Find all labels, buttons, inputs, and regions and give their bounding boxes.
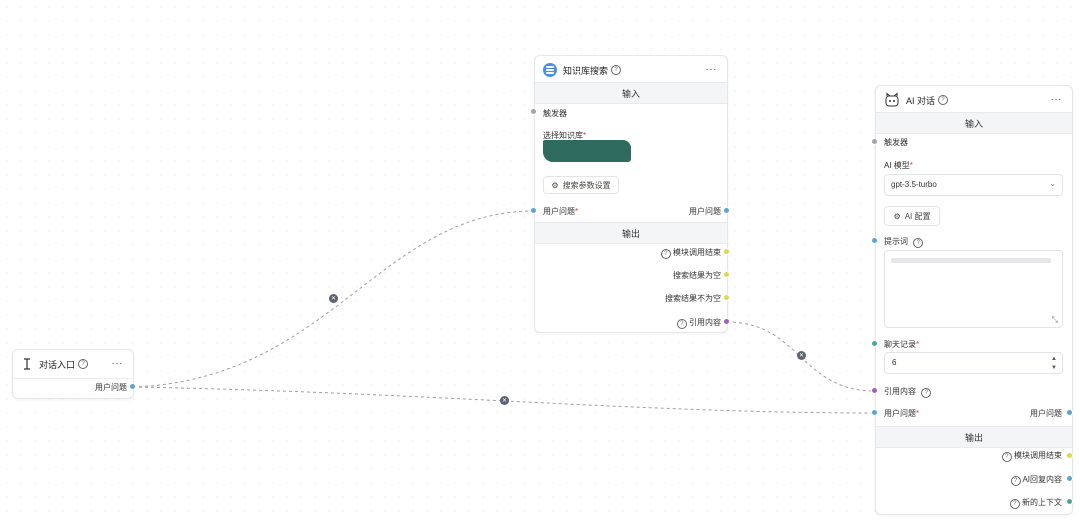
decrement-icon[interactable]: ▼ [1051,363,1057,373]
ai-history-stepper[interactable]: 6 ▲ ▼ [884,352,1063,374]
help-circle-icon[interactable]: ? [938,95,949,105]
help-circle-icon[interactable]: ? [921,388,932,398]
ai-node[interactable]: AI 对话 ? ··· 输入 触发器 AI 模型* gpt-3.5-turbo … [875,85,1073,515]
kb-output-quote-content: ? 引用内容 [674,318,721,329]
help-circle-icon[interactable]: ? [78,359,89,369]
search-params-button[interactable]: ⚙ 搜索参数设置 [543,176,619,194]
ai-node-title: AI 对话 [906,95,936,106]
kb-output-result-empty-handle[interactable] [723,271,730,278]
kb-input-user-question-label: 用户问题* [543,207,579,216]
help-circle-icon[interactable]: ? [611,65,622,75]
kb-trigger-label: 触发器 [543,109,567,118]
help-circle-icon[interactable]: ? [676,319,687,329]
robot-icon [884,92,900,108]
ai-output-new-context-handle[interactable] [1066,498,1073,505]
kb-node-title: 知识库搜索 [563,65,609,76]
ai-input-user-question-handle[interactable] [871,409,878,416]
entry-output-user-question-handle[interactable] [129,383,136,390]
help-circle-icon[interactable]: ? [1010,476,1021,486]
kb-output-user-question-handle[interactable] [723,207,730,214]
kb-output-result-not-empty-handle[interactable] [723,294,730,301]
delete-edge-entry-kb-icon[interactable]: ✕ [329,294,338,303]
ai-output-user-question-label: 用户问题 [1030,409,1062,418]
entry-output-user-question-label: 用户问题 [95,383,127,392]
ai-model-select[interactable]: gpt-3.5-turbo ⌄ [884,174,1063,196]
ai-output-module-end: ? 模块调用结束 [999,451,1062,462]
delete-edge-kb-ai-icon[interactable]: ✕ [797,351,806,360]
entry-node-header[interactable]: 对话入口 ? ··· [13,350,133,378]
kb-node[interactable]: 知识库搜索 ? ··· 输入 触发器 选择知识库* ⚙ 搜索参数设置 用户问题*… [534,55,728,333]
more-dots-icon[interactable]: ··· [1051,94,1063,105]
ai-prompt-redacted-content [891,258,1051,263]
kb-output-module-end-handle[interactable] [723,248,730,255]
ai-model-label: AI 模型* [884,161,913,170]
ai-input-section: 输入 [876,112,1072,134]
kb-input-user-question-handle[interactable] [530,207,537,214]
kb-output-quote-handle[interactable] [723,318,730,325]
ai-output-section: 输出 [876,426,1072,448]
help-circle-icon[interactable]: ? [660,249,671,259]
help-circle-icon[interactable]: ? [1009,499,1020,509]
kb-output-result-not-empty: 搜索结果不为空 [665,294,721,303]
ai-output-module-end-handle[interactable] [1066,452,1073,459]
ai-history-handle[interactable] [871,340,878,347]
text-cursor-icon [21,357,33,371]
more-dots-icon[interactable]: ··· [112,358,124,369]
expand-icon[interactable]: ⤡ [1052,315,1058,325]
ai-quote-handle[interactable] [871,387,878,394]
help-circle-icon[interactable]: ? [1001,452,1012,462]
delete-edge-entry-ai-icon[interactable]: ✕ [500,396,509,405]
kb-input-section: 输入 [535,82,727,104]
chevron-down-icon: ⌄ [1049,179,1056,188]
kb-output-result-empty: 搜索结果为空 [673,271,721,280]
entry-node-divider [13,378,133,379]
kb-output-section: 输出 [535,222,727,244]
ai-history-label: 聊天记录* [884,340,920,349]
ai-output-reply: ? AI回复内容 [1008,475,1062,486]
ai-trigger-label: 触发器 [884,138,908,147]
kb-node-header[interactable]: 知识库搜索 ? ··· [535,56,727,84]
ai-config-button[interactable]: ⚙ AI 配置 [884,206,940,226]
more-dots-icon[interactable]: ··· [706,64,718,75]
gear-icon: ⚙ [551,180,559,190]
kb-output-module-end: ? 模块调用结束 [658,248,721,259]
ai-output-reply-handle[interactable] [1066,475,1073,482]
ai-trigger-handle[interactable] [871,138,878,145]
ai-prompt-handle[interactable] [871,237,878,244]
entry-node-title: 对话入口 [39,359,76,370]
gear-icon: ⚙ [893,211,901,221]
help-circle-icon[interactable]: ? [913,238,924,248]
ai-model-value: gpt-3.5-turbo [891,180,937,189]
kb-trigger-handle[interactable] [530,108,537,115]
kb-selected-knowledge-base[interactable] [543,140,631,162]
entry-node[interactable]: 对话入口 ? ··· 用户问题 [12,349,134,399]
ai-output-new-context: ? 新的上下文 [1007,498,1062,509]
ai-history-value: 6 [892,358,897,367]
ai-output-user-question-handle[interactable] [1066,409,1073,416]
ai-prompt-textarea[interactable]: ⤡ [884,250,1063,328]
ai-quote-label: 引用内容 ? [884,387,932,398]
database-icon [543,63,557,77]
ai-prompt-label: 提示词 ? [884,237,924,248]
kb-output-user-question-label: 用户问题 [689,207,721,216]
ai-node-header[interactable]: AI 对话 ? ··· [876,86,1072,114]
ai-input-user-question-label: 用户问题* [884,409,920,418]
